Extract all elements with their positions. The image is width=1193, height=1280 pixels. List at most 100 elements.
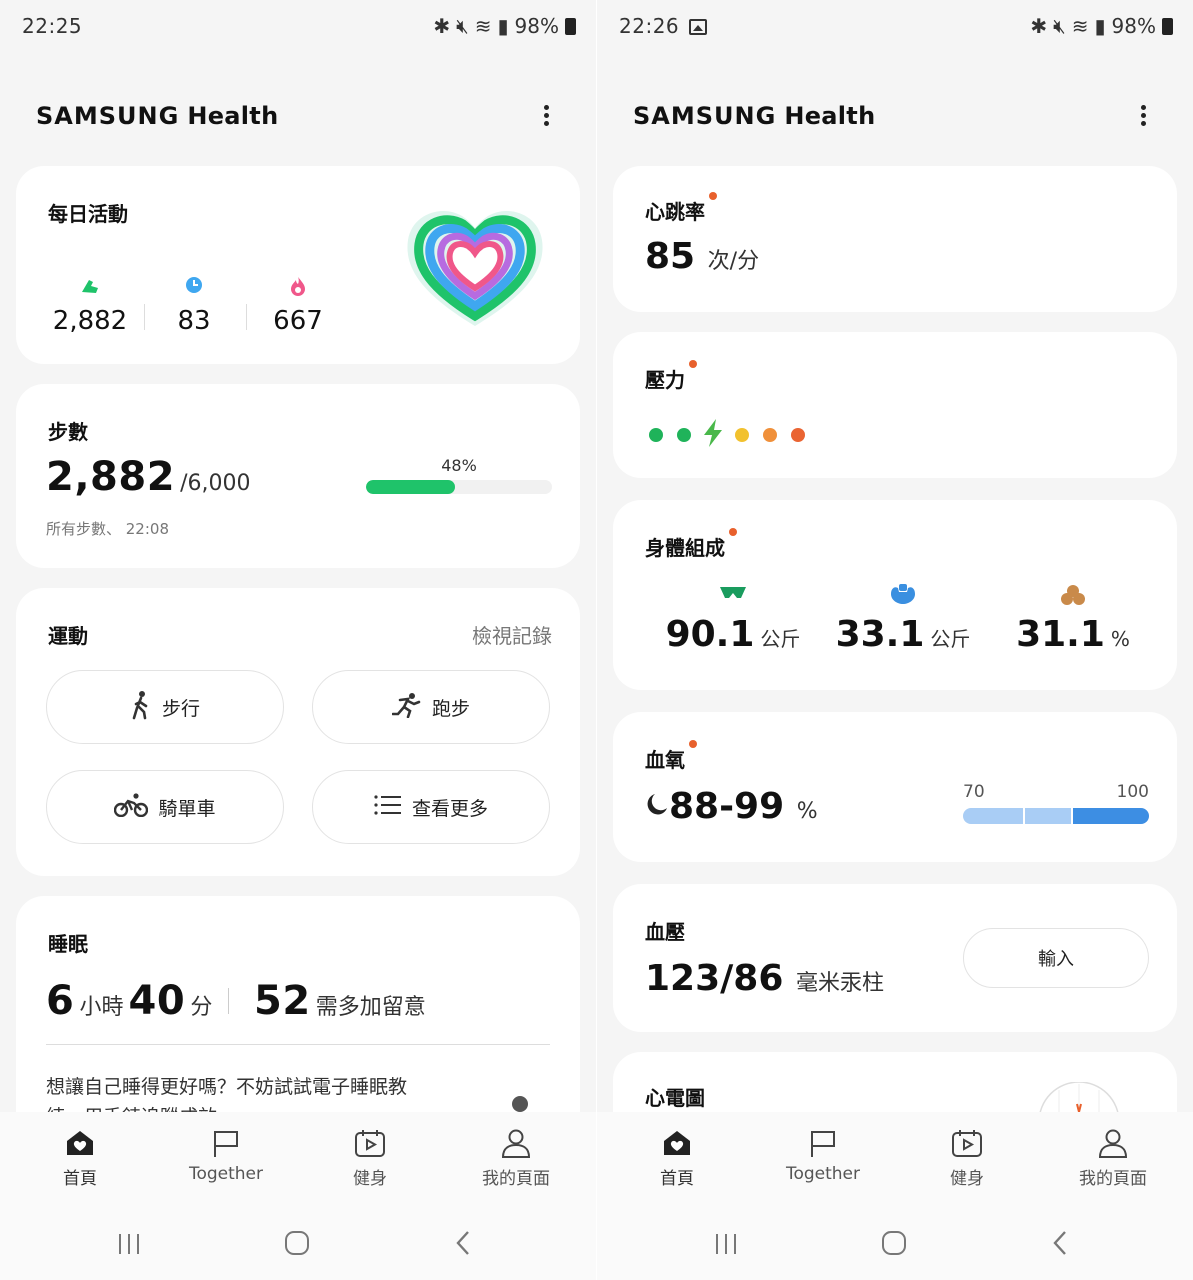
status-time: 22:25: [22, 14, 83, 38]
recents-icon[interactable]: [116, 1230, 142, 1263]
daily-activity-title: 每日活動: [48, 202, 128, 226]
status-bar: 22:26 ✱ 🔇︎ ≋ ▮ 98%: [597, 0, 1193, 52]
app-logo: SAMSUNG Health: [633, 102, 875, 130]
sleep-score-value: 52: [254, 978, 311, 1024]
fat-cells-icon: [993, 584, 1153, 614]
spo2-bar-segment: [1025, 808, 1071, 824]
stress-level-scale: [649, 418, 805, 452]
heart-rate-card[interactable]: 心跳率 85 次/分: [613, 166, 1177, 312]
nav-together-label: Together: [785, 1164, 861, 1184]
system-navigation: [597, 1212, 1193, 1280]
status-icons: ✱ 🔇︎ ≋ ▮ 98%: [433, 14, 576, 38]
system-navigation: [0, 1212, 596, 1280]
steps-count: 2,882: [46, 454, 176, 500]
see-more-button[interactable]: 查看更多: [312, 770, 550, 844]
nav-home[interactable]: 首頁: [20, 1128, 140, 1189]
battery-percent: 98%: [1111, 14, 1156, 38]
stress-dot: [735, 428, 749, 442]
nav-fitness[interactable]: 健身: [310, 1128, 430, 1189]
steps-count-row: 2,882 /6,000: [46, 454, 251, 500]
flag-icon: [811, 1131, 835, 1157]
skeletal-muscle-metric: 90.1 公斤: [653, 584, 813, 655]
body-fat-unit: %: [1110, 627, 1130, 651]
list-icon: [374, 794, 402, 820]
run-icon: [391, 692, 422, 723]
steps-title: 步數: [48, 420, 88, 444]
spo2-scale-max: 100: [1116, 782, 1149, 802]
new-indicator-dot: [729, 528, 737, 536]
nav-my-page[interactable]: 我的頁面: [456, 1128, 576, 1189]
back-icon[interactable]: [454, 1230, 472, 1263]
nav-my-page-label: 我的頁面: [1079, 1169, 1147, 1189]
steps-percent: 48%: [441, 456, 477, 475]
heart-rate-value-row: 85 次/分: [645, 236, 759, 277]
lightning-icon: [701, 418, 725, 452]
body-composition-title-text: 身體組成: [645, 536, 725, 560]
recents-icon[interactable]: [713, 1230, 739, 1263]
sleep-duration: 6 小時 40 分: [46, 978, 212, 1024]
brand-health: Health: [784, 102, 876, 130]
blood-pressure-value-row: 123/86 毫米汞柱: [645, 958, 884, 999]
input-button[interactable]: 輸入: [963, 928, 1149, 988]
body-composition-card[interactable]: 身體組成 90.1 公斤 33.1 公斤 31.1%: [613, 500, 1177, 690]
more-options-icon[interactable]: [1133, 102, 1153, 132]
app-bar: SAMSUNG Health: [597, 90, 1193, 146]
more-options-icon[interactable]: [536, 102, 556, 132]
stress-card[interactable]: 壓力: [613, 332, 1177, 478]
nav-fitness[interactable]: 健身: [907, 1128, 1027, 1189]
nav-home-label: 首頁: [63, 1169, 97, 1189]
home-button-icon[interactable]: [284, 1230, 310, 1263]
brand-samsung: SAMSUNG: [36, 102, 180, 130]
nav-my-page-label: 我的頁面: [482, 1169, 550, 1189]
steps-progress-bar: [366, 480, 552, 494]
walk-icon: [130, 690, 152, 725]
spo2-scale-min: 70: [963, 782, 985, 802]
walk-label: 步行: [161, 697, 200, 720]
view-records-link[interactable]: 檢視記錄: [472, 620, 552, 649]
nav-together-label: Together: [188, 1164, 264, 1184]
stress-dot: [677, 428, 691, 442]
blood-pressure-card[interactable]: 血壓 123/86 毫米汞柱 輸入: [613, 884, 1177, 1032]
cycling-button[interactable]: 騎單車: [46, 770, 284, 844]
bluetooth-icon: ✱: [433, 14, 451, 38]
sleep-coach-dot: [512, 1096, 528, 1112]
activity-minutes: 83: [144, 276, 244, 336]
nav-home[interactable]: 首頁: [617, 1128, 737, 1189]
sleep-tip: 想讓自己睡得更好嗎？不妨試試電子睡眠教: [46, 1076, 408, 1098]
sleep-minutes-unit: 分: [190, 995, 213, 1020]
blood-oxygen-card[interactable]: 血氧 88-99 % 70 100: [613, 712, 1177, 862]
nav-home-label: 首頁: [660, 1169, 694, 1189]
gallery-icon: [689, 19, 708, 35]
activity-calories-value: 667: [273, 306, 323, 336]
nav-my-page[interactable]: 我的頁面: [1053, 1128, 1173, 1189]
back-icon[interactable]: [1051, 1230, 1069, 1263]
bluetooth-icon: ✱: [1030, 14, 1048, 38]
muscle-arm-icon: [823, 584, 983, 614]
person-icon: [1098, 1129, 1128, 1158]
sleep-hours: 6: [46, 978, 75, 1024]
exercise-title: 運動: [48, 624, 88, 648]
daily-activity-card[interactable]: 每日活動 2,882 83 667: [16, 166, 580, 364]
run-button[interactable]: 跑步: [312, 670, 550, 744]
signal-icon: ▮: [1094, 14, 1106, 38]
home-button-icon[interactable]: [881, 1230, 907, 1263]
battery-icon: [1162, 17, 1173, 35]
bicycle-icon: [114, 792, 149, 822]
new-indicator-dot: [689, 360, 697, 368]
sleep-minutes: 40: [128, 978, 186, 1024]
spo2-range-bar: [963, 808, 1149, 824]
steps-goal: /6,000: [180, 471, 251, 496]
heart-rate-title-text: 心跳率: [645, 200, 705, 224]
muscle-unit: 公斤: [760, 627, 801, 651]
nav-together[interactable]: Together: [166, 1128, 286, 1184]
divider: [228, 988, 229, 1014]
home-icon: [664, 1131, 690, 1155]
new-indicator-dot: [709, 192, 717, 200]
divider: [46, 1044, 550, 1045]
brand-samsung: SAMSUNG: [633, 102, 777, 130]
steps-card[interactable]: 步數 2,882 /6,000 所有步數、 22:08 48%: [16, 384, 580, 568]
nav-together[interactable]: Together: [763, 1128, 883, 1184]
nav-fitness-label: 健身: [353, 1169, 387, 1189]
right-screen: 22:26 ✱ 🔇︎ ≋ ▮ 98% SAMSUNG Health 心跳率 85 …: [597, 0, 1193, 1280]
walk-button[interactable]: 步行: [46, 670, 284, 744]
